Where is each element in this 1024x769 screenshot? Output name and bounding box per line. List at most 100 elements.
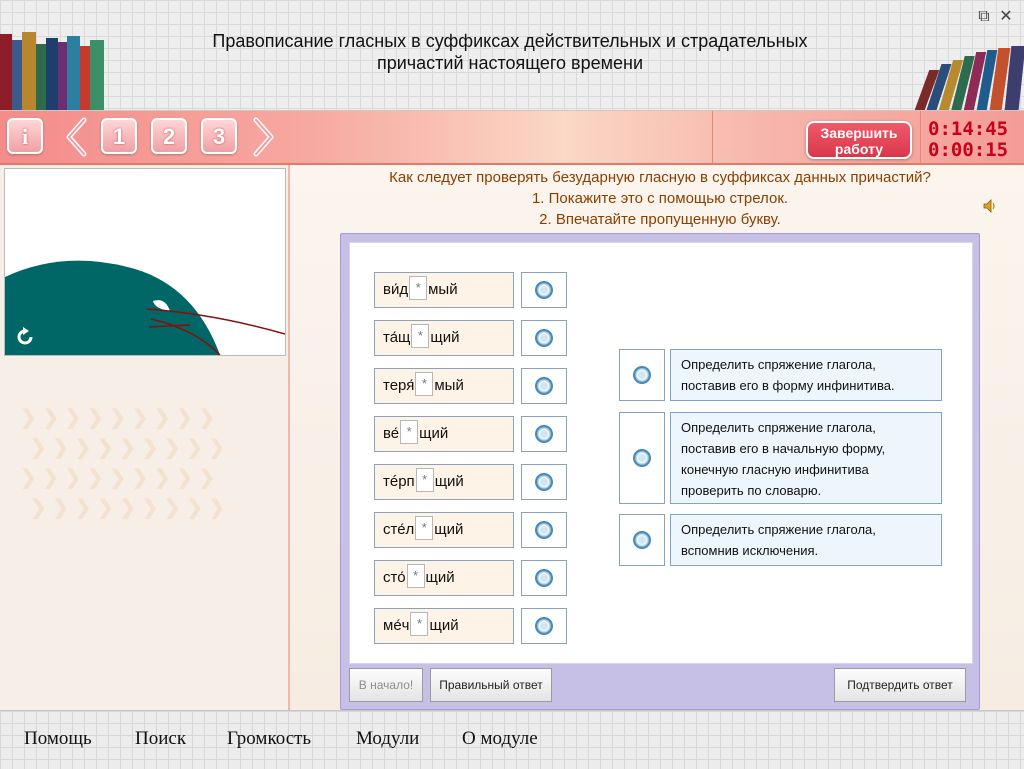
books-decoration-right — [914, 30, 1024, 110]
page-3-button[interactable]: 3 — [201, 118, 237, 154]
word-part-after: мый — [428, 281, 458, 298]
connector-dot-icon — [535, 521, 553, 539]
menu-help[interactable]: Помощь — [24, 728, 92, 750]
letter-input[interactable]: * — [400, 420, 419, 445]
connector-dot-icon — [535, 281, 553, 299]
letter-input[interactable]: * — [406, 564, 425, 589]
connector-dot-icon — [633, 366, 651, 384]
word-connector-8[interactable] — [521, 608, 567, 644]
arrow-right-icon[interactable] — [250, 117, 276, 157]
finish-work-button[interactable]: Завершить работу — [806, 121, 912, 159]
letter-input[interactable]: * — [415, 372, 434, 397]
letter-input[interactable]: * — [415, 468, 434, 493]
connector-dot-icon — [535, 377, 553, 395]
lesson-title-line2: причастий настоящего времени — [376, 53, 644, 73]
option-text-line: поставив его в форму инфинитива. — [681, 378, 895, 393]
connector-dot-icon — [535, 329, 553, 347]
finish-work-label-line1: Завершить — [820, 125, 898, 141]
option-text-line: Определить спряжение глагола, — [681, 420, 876, 435]
option-text-line: проверить по словарю. — [681, 483, 822, 498]
word-item-8: ме́ч * щий — [374, 608, 514, 644]
option-rule-3: Определить спряжение глагола, вспомнив и… — [670, 514, 942, 566]
connector-dot-icon — [633, 531, 651, 549]
word-part-after: щий — [429, 617, 459, 634]
replay-icon[interactable] — [13, 325, 37, 349]
page-1-button[interactable]: 1 — [101, 118, 137, 154]
word-part-before: та́щ — [383, 329, 411, 346]
lesson-title: Правописание гласных в суффиксах действи… — [150, 30, 870, 74]
menu-volume[interactable]: Громкость — [227, 728, 311, 750]
option-text-line: конечную гласную инфинитива — [681, 462, 869, 477]
letter-input[interactable]: * — [415, 516, 434, 541]
menu-about-module[interactable]: О модуле — [462, 728, 538, 750]
lesson-title-line1: Правописание гласных в суффиксах действи… — [212, 31, 808, 51]
word-connector-2[interactable] — [521, 320, 567, 356]
restore-window-button[interactable]: ⧉ — [974, 8, 994, 28]
show-correct-answer-button[interactable]: Правильный ответ — [430, 668, 552, 702]
word-connector-3[interactable] — [521, 368, 567, 404]
app-header: Правописание гласных в суффиксах действи… — [0, 0, 1024, 111]
books-decoration-left — [0, 30, 108, 110]
info-button[interactable]: i — [7, 118, 43, 154]
timer-task: 0:00:15 — [928, 139, 1009, 161]
word-part-before: ме́ч — [383, 617, 410, 634]
word-part-before: сто́ — [383, 569, 406, 586]
letter-input[interactable]: * — [410, 612, 429, 637]
word-part-after: щий — [419, 425, 449, 442]
word-connector-4[interactable] — [521, 416, 567, 452]
option-text-line: Определить спряжение глагола, — [681, 522, 876, 537]
word-connector-5[interactable] — [521, 464, 567, 500]
option-rule-1: Определить спряжение глагола, поставив е… — [670, 349, 942, 401]
connector-dot-icon — [535, 473, 553, 491]
close-window-button[interactable]: ✕ — [996, 8, 1016, 28]
option-connector-1[interactable] — [619, 349, 665, 401]
back-to-start-button[interactable]: В начало! — [349, 668, 423, 702]
word-part-before: сте́л — [383, 521, 415, 538]
option-text-line: вспомнив исключения. — [681, 543, 819, 558]
option-connector-2[interactable] — [619, 412, 665, 504]
menu-modules[interactable]: Модули — [356, 728, 419, 750]
question-line3: 2. Впечатайте пропущенную букву. — [539, 211, 781, 228]
word-part-after: щий — [434, 473, 464, 490]
word-item-3: теря́ * мый — [374, 368, 514, 404]
word-part-after: мый — [434, 377, 464, 394]
word-connector-1[interactable] — [521, 272, 567, 308]
confirm-answer-button[interactable]: Подтвердить ответ — [834, 668, 966, 702]
word-item-5: тéрп * щий — [374, 464, 514, 500]
connector-dot-icon — [633, 449, 651, 467]
question-line1: Как следует проверять безударную гласную… — [389, 169, 931, 186]
word-part-after: щий — [434, 521, 464, 538]
word-part-after: щий — [430, 329, 460, 346]
toolbar-separator — [920, 111, 921, 163]
word-part-before: теря́ — [383, 377, 415, 394]
word-item-4: ве́ * щий — [374, 416, 514, 452]
word-item-2: та́щ * щий — [374, 320, 514, 356]
word-item-1: ви́д * мый — [374, 272, 514, 308]
word-connector-7[interactable] — [521, 560, 567, 596]
toolbar-separator — [712, 111, 713, 163]
animation-box — [4, 168, 286, 356]
arrow-left-icon[interactable] — [64, 117, 90, 157]
option-rule-2: Определить спряжение глагола, поставив е… — [670, 412, 942, 504]
finish-work-label-line2: работу — [834, 141, 884, 157]
option-connector-3[interactable] — [619, 514, 665, 566]
letter-input[interactable]: * — [411, 324, 430, 349]
word-item-7: сто́ * щий — [374, 560, 514, 596]
word-connector-6[interactable] — [521, 512, 567, 548]
connector-dot-icon — [535, 425, 553, 443]
speaker-icon[interactable] — [982, 198, 998, 214]
option-text-line: поставив его в начальную форму, — [681, 441, 886, 456]
word-part-after: щий — [425, 569, 455, 586]
menu-search[interactable]: Поиск — [135, 728, 186, 750]
option-text-line: Определить спряжение глагола, — [681, 357, 876, 372]
word-part-before: тéрп — [383, 473, 415, 490]
word-item-6: сте́л * щий — [374, 512, 514, 548]
word-part-before: ве́ — [383, 425, 400, 442]
word-part-before: ви́д — [383, 281, 409, 298]
animation-illustration — [5, 260, 285, 355]
letter-input[interactable]: * — [409, 276, 428, 301]
question-line2: 1. Покажите это с помощью стрелок. — [531, 190, 789, 207]
connector-dot-icon — [535, 617, 553, 635]
connector-dot-icon — [535, 569, 553, 587]
page-2-button[interactable]: 2 — [151, 118, 187, 154]
